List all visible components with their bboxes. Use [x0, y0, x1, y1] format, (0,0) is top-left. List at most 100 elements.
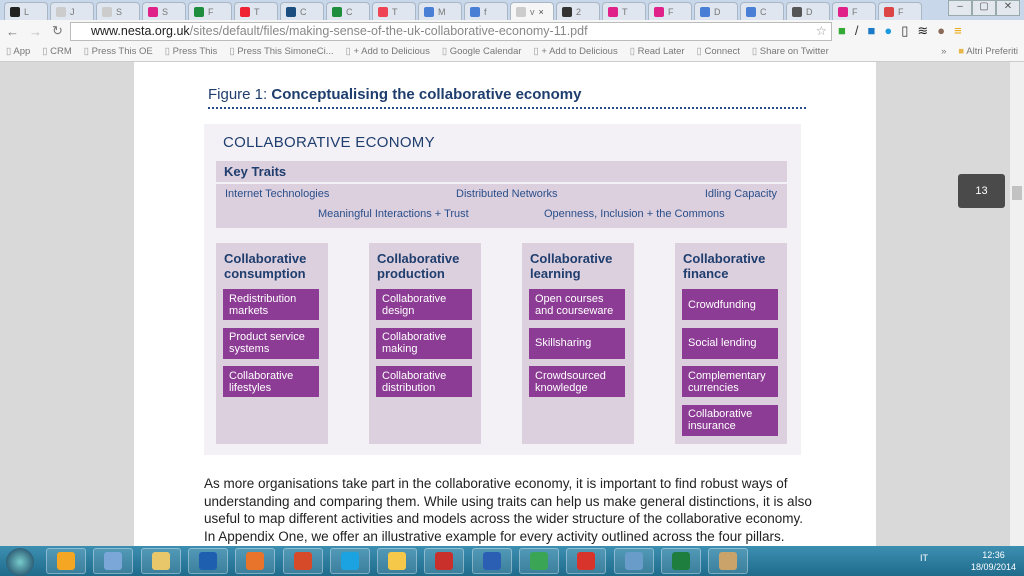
browser-tab[interactable]: M	[418, 2, 462, 20]
tab-favicon-icon	[516, 6, 526, 17]
layers-icon[interactable]: ≋	[917, 23, 928, 39]
browser-tab[interactable]: S	[142, 2, 186, 20]
browser-tab[interactable]: 2	[556, 2, 600, 20]
firefox-icon	[246, 552, 265, 570]
body-paragraph: As more organisations take part in the c…	[204, 476, 812, 544]
bookmark-label: Press This	[172, 46, 218, 57]
bookmark-item[interactable]: ▯ App	[6, 46, 30, 57]
bookmark-item[interactable]: ▯ Press This SimoneCi...	[229, 46, 333, 57]
bookmark-item[interactable]: ▯ Google Calendar	[442, 46, 522, 57]
bookmark-item[interactable]: ▯ Press This OE	[84, 46, 153, 57]
reload-button[interactable]: ↻	[52, 23, 63, 39]
browser-tab[interactable]: T	[234, 2, 278, 20]
clock[interactable]: 12:36 18/09/2014	[971, 549, 1016, 573]
taskbar-word-button[interactable]	[471, 548, 512, 574]
twitter-icon[interactable]: ■	[867, 23, 875, 39]
star-circle-icon[interactable]: ●	[884, 23, 892, 39]
star-icon[interactable]: ☆	[816, 23, 827, 40]
other-bookmarks-folder[interactable]: ■ Altri Preferiti	[958, 46, 1018, 57]
address-bar[interactable]: www.nesta.org.uk/sites/default/files/mak…	[70, 22, 832, 41]
apps-icon	[57, 552, 75, 570]
taskbar-explorer-button[interactable]	[140, 548, 181, 574]
bookmark-item[interactable]: ▯ Press This	[165, 46, 218, 57]
browser-tab[interactable]: f	[464, 2, 508, 20]
xmind-icon	[577, 552, 596, 570]
taskbar-xmind-button[interactable]	[566, 548, 607, 574]
tab-label: D	[806, 6, 813, 17]
browser-tab[interactable]: L	[4, 2, 48, 20]
eyedropper-icon[interactable]: /	[855, 23, 859, 39]
tab-strip: L J S S F T C C T Mf v × 2 T F D C D F F	[0, 0, 1024, 20]
browser-tab[interactable]: F	[832, 2, 876, 20]
bookmark-item[interactable]: ▯ + Add to Delicious	[534, 46, 618, 57]
browser-tab[interactable]: D	[786, 2, 830, 20]
taskbar-firefox-button[interactable]	[235, 548, 276, 574]
tab-favicon-icon	[838, 6, 848, 17]
taskbar-skype-button[interactable]	[329, 548, 370, 574]
chrome-icon	[530, 552, 548, 570]
bookmark-item[interactable]: ▯ + Add to Delicious	[346, 46, 430, 57]
tab-favicon-icon	[378, 6, 388, 17]
browser-tab[interactable]: J	[50, 2, 94, 20]
browser-tab[interactable]: S	[96, 2, 140, 20]
start-button[interactable]	[6, 548, 34, 576]
browser-tab[interactable]: C	[280, 2, 324, 20]
bookmark-label: Share on Twitter	[759, 46, 829, 57]
tab-label: T	[254, 6, 260, 17]
bookmark-item[interactable]: ▯ Connect	[697, 46, 740, 57]
browser-tab[interactable]: F	[878, 2, 922, 20]
browser-tab[interactable]: D	[694, 2, 738, 20]
back-button[interactable]: ←	[6, 24, 19, 39]
language-indicator[interactable]: IT	[920, 553, 928, 563]
powerpoint-icon	[293, 552, 312, 570]
avatar[interactable]: ●	[937, 23, 945, 39]
tab-favicon-icon	[10, 6, 20, 17]
forward-button[interactable]: →	[29, 24, 42, 39]
browser-tab[interactable]: T	[602, 2, 646, 20]
pillar-item: Collaborative insurance	[682, 404, 778, 436]
close-window-button[interactable]: ✕	[996, 0, 1020, 16]
browser-tab[interactable]: C	[326, 2, 370, 20]
sticky-icon	[388, 552, 407, 570]
bookmark-item[interactable]: ▯ Read Later	[630, 46, 685, 57]
bookmark-item[interactable]: ▯ CRM	[42, 46, 72, 57]
url-host: www.nesta.org.uk	[91, 24, 190, 38]
evernote-icon[interactable]: ■	[838, 23, 846, 39]
taskbar-calculator-button[interactable]	[93, 548, 134, 574]
taskbar-apps-button[interactable]	[46, 548, 86, 574]
menu-icon[interactable]: ≡	[954, 23, 962, 39]
browser-tab[interactable]: T	[372, 2, 416, 20]
figure-title: Figure 1: Conceptualising the collaborat…	[208, 86, 581, 103]
scrollbar[interactable]	[1010, 62, 1024, 546]
browser-tab[interactable]: v ×	[510, 2, 554, 20]
close-tab-icon[interactable]: ×	[539, 7, 544, 17]
scrollbar-thumb[interactable]	[1012, 186, 1022, 200]
taskbar-acrobat-button[interactable]	[424, 548, 465, 574]
browser-tab[interactable]: C	[740, 2, 784, 20]
tab-favicon-icon	[286, 6, 296, 17]
taskbar-powerpoint-button[interactable]	[282, 548, 323, 574]
taskbar-paint-button[interactable]	[708, 548, 749, 574]
minimize-button[interactable]: –	[948, 0, 972, 16]
tab-label: f	[484, 6, 487, 17]
tab-favicon-icon	[332, 6, 342, 17]
bookmark-icon: ▯	[696, 46, 702, 57]
bookmark-icon: ▯	[6, 46, 12, 57]
bookmark-item[interactable]: ▯ Share on Twitter	[752, 46, 829, 57]
bookmark-icon: ▯	[229, 46, 235, 57]
taskbar-app-button[interactable]	[187, 548, 228, 574]
pillar-item: Collaborative design	[376, 289, 472, 320]
browser-tab[interactable]: F	[188, 2, 232, 20]
bookmark-icon: ▯	[83, 46, 90, 57]
taskbar-chrome-button[interactable]	[519, 548, 559, 574]
bookmarks-overflow-button[interactable]: »	[941, 46, 946, 57]
taskbar-excel-button[interactable]	[660, 548, 701, 574]
taskbar-sticky-button[interactable]	[377, 548, 418, 574]
taskbar-photos-button[interactable]	[613, 548, 654, 574]
tab-label: L	[24, 6, 30, 17]
maximize-button[interactable]: ▢	[972, 0, 996, 16]
browser-tab[interactable]: F	[648, 2, 692, 20]
figure-heading: COLLABORATIVE ECONOMY	[223, 134, 435, 151]
tab-label: C	[300, 6, 307, 17]
phone-icon[interactable]: ▯	[901, 23, 908, 39]
